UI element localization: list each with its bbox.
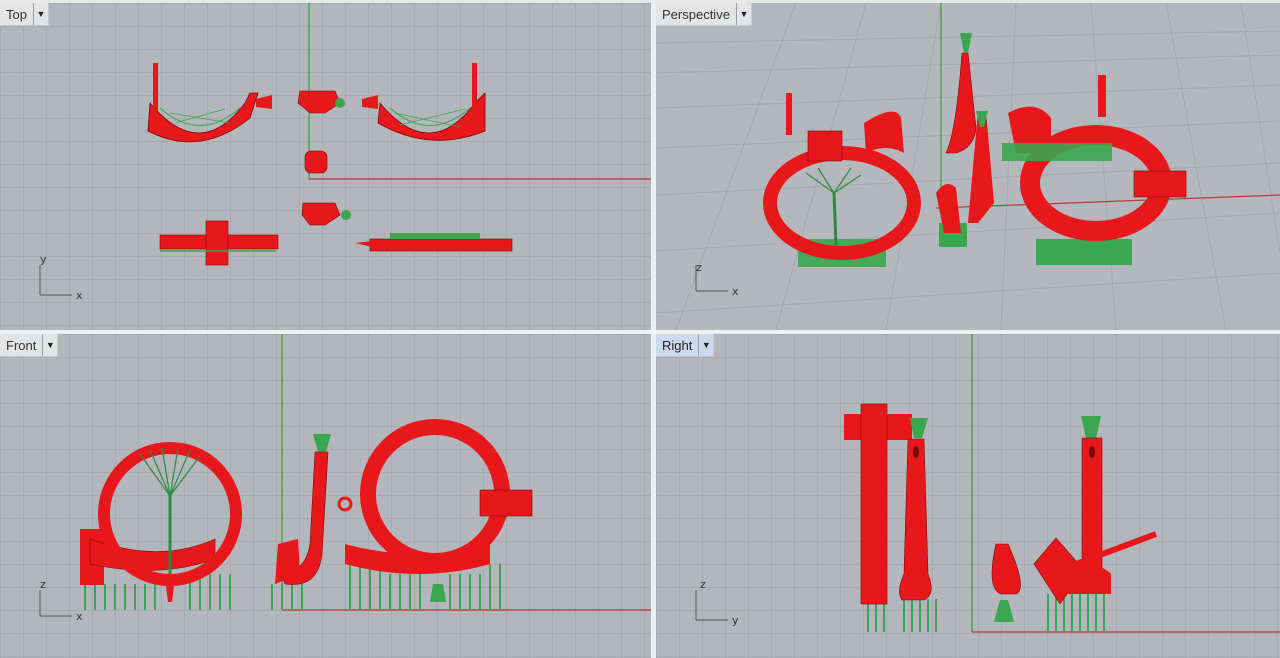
viewport-tab-right[interactable]: Right ▼ (656, 334, 715, 357)
axis-label-horizontal: x (732, 285, 739, 298)
model-part-clip-upper[interactable] (297, 90, 345, 114)
model-part-clip-lower[interactable] (301, 202, 351, 226)
axis-indicator: z y (695, 578, 739, 627)
top-view-canvas: y x (39, 3, 651, 302)
axis-indicator: z x (695, 261, 739, 298)
viewport-splitter-vertical[interactable] (651, 0, 656, 658)
axis-label-horizontal: x (76, 289, 83, 302)
viewport-title: Top (6, 6, 27, 22)
model-ring-left[interactable] (763, 93, 921, 267)
chevron-down-icon[interactable]: ▼ (32, 3, 48, 25)
axis-label-vertical: y (40, 253, 47, 266)
axis-indicator: z x (39, 578, 83, 623)
viewport-tab-front[interactable]: Front ▼ (0, 334, 59, 357)
rhino-four-viewport-layout: Top ▼ y x Perspective ▼ z x Front ▼ z x … (0, 0, 1280, 658)
axis-label-vertical: z (700, 578, 706, 591)
chevron-down-icon[interactable]: ▼ (42, 334, 57, 356)
model-ring-right-side[interactable] (1033, 416, 1158, 632)
viewport-perspective[interactable]: Perspective ▼ z x (656, 3, 1280, 330)
perspective-view-canvas: z x (656, 3, 1280, 330)
viewport-top[interactable]: Top ▼ y x (0, 3, 651, 330)
model-hook-center[interactable] (271, 434, 331, 610)
axis-label-vertical: z (696, 261, 702, 274)
axis-indicator: y x (39, 253, 83, 302)
axis-label-vertical: z (40, 578, 46, 591)
model-ring-right[interactable] (337, 419, 533, 610)
model-part-pin[interactable] (304, 150, 328, 174)
viewport-title: Front (6, 337, 37, 353)
model-ring-left-side[interactable] (844, 403, 937, 632)
viewport-tab-perspective[interactable]: Perspective ▼ (656, 3, 752, 26)
viewport-title: Perspective (662, 6, 730, 22)
axis-label-horizontal: y (732, 614, 739, 627)
viewport-title: Right (662, 337, 693, 353)
viewport-front[interactable]: Front ▼ z x (0, 334, 651, 658)
chevron-down-icon[interactable]: ▼ (698, 334, 713, 356)
chevron-down-icon[interactable]: ▼ (735, 3, 751, 25)
model-ring-right[interactable] (1002, 75, 1187, 265)
model-pin-side[interactable] (991, 543, 1021, 622)
viewport-splitter-horizontal[interactable] (0, 330, 1280, 334)
model-part-ring-side-right[interactable] (355, 233, 513, 252)
model-part-half-ring-right[interactable] (362, 63, 486, 141)
model-part-ring-side-left[interactable] (159, 220, 279, 266)
model-ring-left[interactable] (80, 442, 242, 610)
front-view-canvas: z x (39, 334, 651, 623)
viewport-right[interactable]: Right ▼ z y (656, 334, 1280, 658)
right-view-canvas: z y (695, 334, 1280, 633)
axis-label-horizontal: x (76, 610, 83, 623)
model-part-half-ring-left[interactable] (147, 63, 272, 143)
viewport-tab-top[interactable]: Top ▼ (0, 3, 49, 26)
